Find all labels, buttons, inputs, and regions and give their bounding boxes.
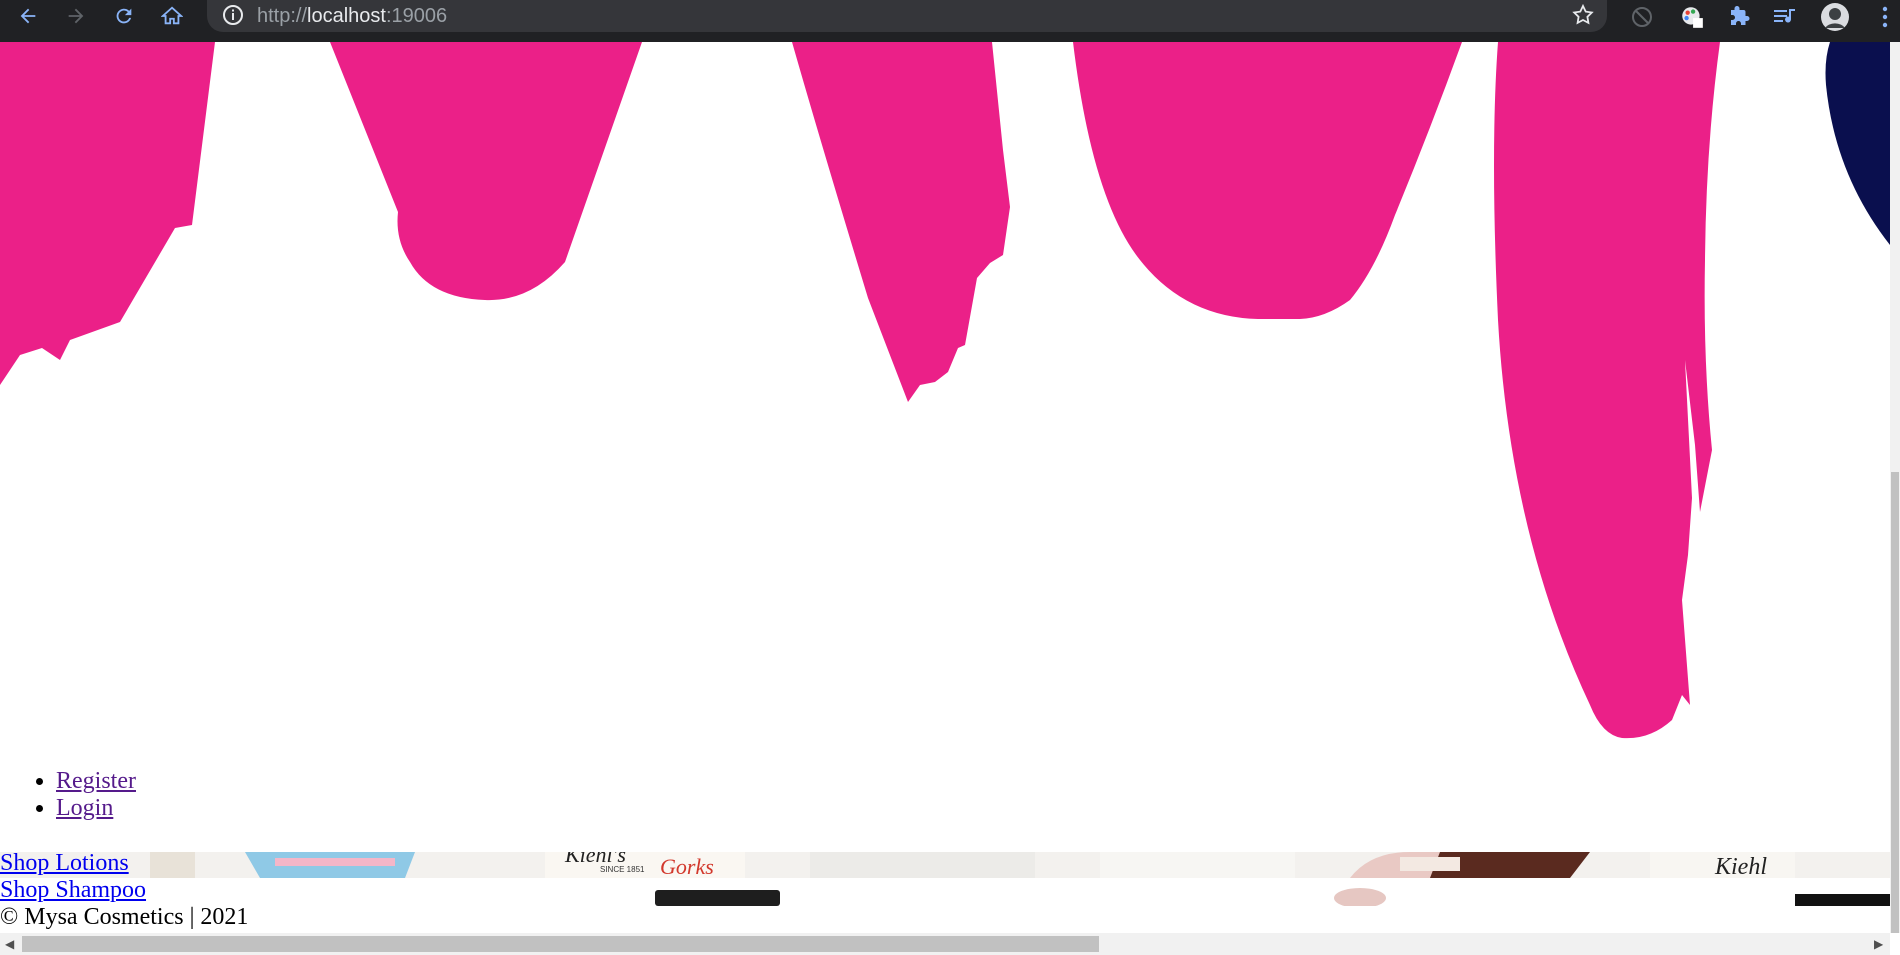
- bookmark-star-icon[interactable]: [1571, 3, 1595, 32]
- browser-menu-icon[interactable]: [1870, 2, 1900, 32]
- vertical-scroll-thumb[interactable]: [1891, 472, 1899, 933]
- url-port: :19006: [385, 5, 448, 27]
- extensions-puzzle-icon[interactable]: [1724, 2, 1754, 32]
- navy-shape: [1825, 42, 1890, 245]
- url-host: localhost: [307, 5, 386, 27]
- shop-lotions-link[interactable]: Shop Lotions: [0, 850, 146, 877]
- scroll-right-icon[interactable]: ▶: [1874, 937, 1883, 951]
- banner-brand-text-2: Kiehl: [1714, 854, 1767, 880]
- color-palette-extension-icon[interactable]: [1677, 2, 1707, 32]
- address-url[interactable]: http://localhost:19006: [257, 5, 447, 28]
- banner-product-text: Gorks: [660, 854, 714, 879]
- login-link[interactable]: Login: [56, 795, 113, 821]
- shop-shampoo-link[interactable]: Shop Shampoo: [0, 877, 146, 904]
- horizontal-scrollbar[interactable]: ◀ ▶: [0, 933, 1890, 955]
- blocked-extension-icon[interactable]: [1627, 2, 1657, 32]
- list-item: Login: [56, 795, 136, 822]
- horizontal-scroll-thumb[interactable]: [22, 936, 1099, 952]
- shop-links: Shop Lotions Shop Shampoo: [0, 850, 146, 904]
- banner-since-text: SINCE 1851: [600, 865, 645, 874]
- forward-icon[interactable]: [60, 0, 92, 32]
- address-bar[interactable]: http://localhost:19006: [207, 0, 1607, 32]
- hero-brush-strokes-image: [0, 42, 1890, 752]
- reload-icon[interactable]: [108, 0, 140, 32]
- back-icon[interactable]: [12, 0, 44, 32]
- home-icon[interactable]: [156, 0, 188, 32]
- media-queue-icon[interactable]: [1770, 2, 1800, 32]
- profile-avatar-icon[interactable]: [1820, 2, 1850, 32]
- url-scheme: http://: [257, 5, 308, 27]
- product-banner-image: Kiehl's SINCE 1851 Gorks Kiehl: [0, 852, 1890, 906]
- list-item: Register: [56, 768, 136, 795]
- pink-brush-strokes: [0, 42, 1720, 739]
- account-nav-list: Register Login: [0, 768, 136, 822]
- site-info-icon[interactable]: [221, 3, 245, 32]
- vertical-scrollbar[interactable]: [1890, 42, 1900, 933]
- footer-copyright: © Mysa Cosmetics | 2021: [0, 904, 249, 930]
- browser-toolbar: http://localhost:19006: [0, 0, 1900, 42]
- scroll-left-icon[interactable]: ◀: [5, 937, 14, 951]
- register-link[interactable]: Register: [56, 768, 136, 794]
